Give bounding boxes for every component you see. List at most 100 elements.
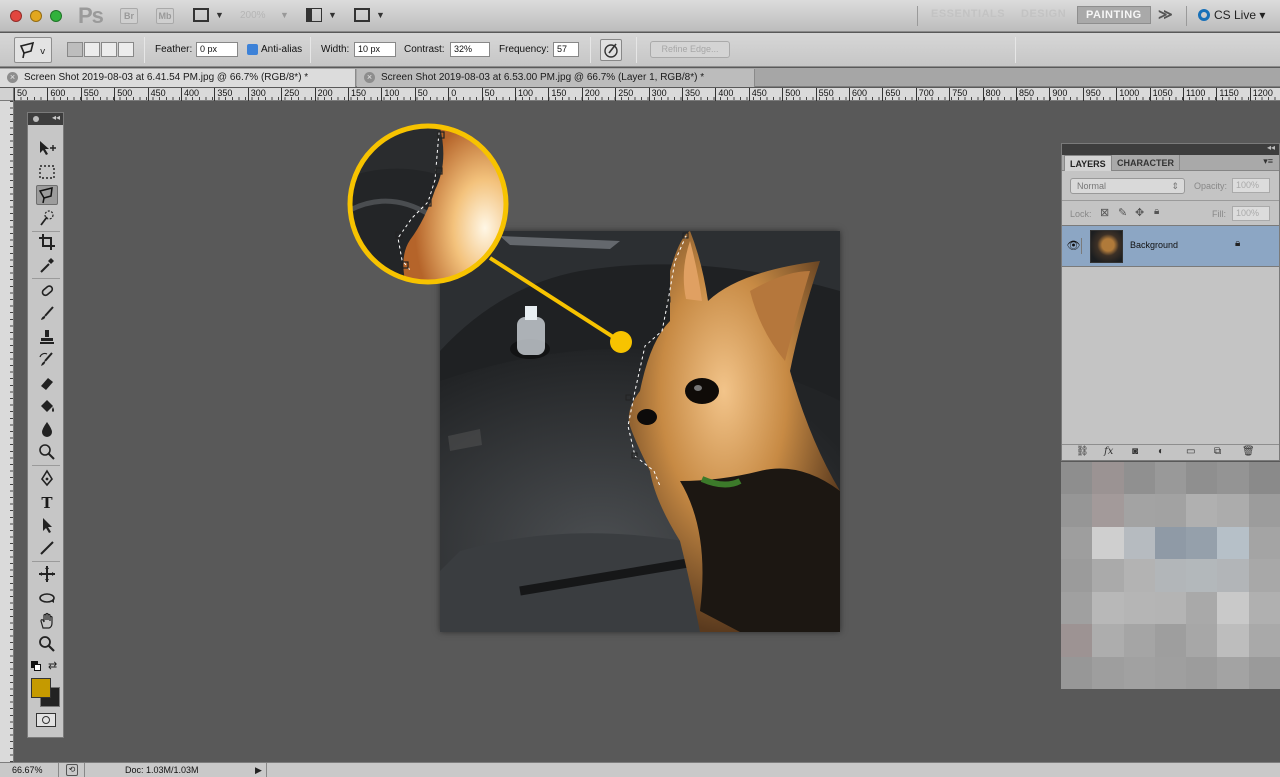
layer-row-background[interactable]: 👁︎ Background 🔒︎	[1062, 225, 1279, 267]
ruler-tick-label: 0	[448, 88, 456, 101]
ruler-tick-label: 550	[815, 88, 834, 101]
anti-alias-checkbox[interactable]	[247, 44, 258, 55]
lock-transparent-icon[interactable]: ⊠	[1100, 206, 1109, 219]
frequency-input[interactable]: 57	[553, 42, 579, 57]
link-layers-icon[interactable]: ⛓︎	[1076, 446, 1089, 457]
view-extras-icon[interactable]	[193, 8, 209, 22]
3d-rotate-tool[interactable]	[36, 565, 58, 585]
more-workspaces-icon[interactable]: ≫	[1158, 6, 1173, 23]
clone-stamp-tool[interactable]	[36, 328, 58, 348]
cs-live-menu[interactable]: CS Live ▾	[1198, 8, 1265, 22]
subtract-from-selection-button[interactable]	[101, 42, 117, 57]
status-zoom[interactable]: 66.67%	[12, 765, 43, 775]
bridge-button[interactable]: Br	[120, 8, 138, 24]
quick-mask-button[interactable]	[36, 713, 56, 727]
opacity-input[interactable]: 100%	[1232, 178, 1270, 193]
crop-tool[interactable]	[36, 233, 58, 253]
close-window-button[interactable]	[10, 10, 22, 22]
zoom-dropdown-icon[interactable]: ▼	[280, 10, 289, 20]
feather-input[interactable]: 0 px	[196, 42, 238, 57]
swap-colors-icon[interactable]: ⇄	[48, 659, 57, 672]
collapse-icon[interactable]: ◂◂	[1267, 143, 1275, 152]
view-extras-dropdown-icon[interactable]: ▼	[215, 10, 224, 20]
blend-mode-select[interactable]: Normal ⇕	[1070, 178, 1185, 194]
delete-layer-icon[interactable]: 🗑︎	[1242, 446, 1255, 457]
pixel-tile	[1061, 462, 1093, 495]
mini-bridge-button[interactable]: Mb	[156, 8, 174, 24]
status-menu-icon[interactable]: ▶	[255, 763, 265, 777]
quick-selection-tool[interactable]	[36, 209, 58, 229]
visibility-eye-icon[interactable]: 👁︎	[1066, 238, 1082, 254]
marquee-tool[interactable]	[36, 163, 58, 183]
move-tool[interactable]	[36, 139, 58, 159]
history-brush-tool[interactable]	[36, 351, 58, 371]
tools-panel-header[interactable]: ◂◂	[28, 113, 63, 125]
layers-panel-header[interactable]: ◂◂	[1062, 143, 1279, 155]
tab-title: Screen Shot 2019-08-03 at 6.53.00 PM.jpg…	[381, 72, 705, 83]
close-tab-icon[interactable]: ×	[364, 72, 375, 83]
pixel-tile	[1186, 559, 1218, 592]
ruler-tick-label: 100	[515, 88, 533, 101]
add-mask-icon[interactable]: ◙	[1132, 446, 1138, 457]
3d-orbit-tool[interactable]	[36, 589, 58, 609]
fill-input[interactable]: 100%	[1232, 206, 1270, 221]
healing-brush-tool[interactable]	[36, 282, 58, 302]
refine-edge-button[interactable]: Refine Edge...	[650, 41, 730, 58]
blur-tool[interactable]	[36, 420, 58, 440]
new-selection-button[interactable]	[67, 42, 83, 57]
chevron-updown-icon: ⇕	[1171, 181, 1179, 191]
lock-position-icon[interactable]: ✥	[1135, 206, 1144, 219]
ruler-tick-label: 50	[14, 88, 27, 101]
status-info-icon[interactable]: ⟲	[66, 764, 78, 776]
zoom-window-button[interactable]	[50, 10, 62, 22]
tool-preset-picker[interactable]: v	[14, 37, 52, 63]
add-to-selection-button[interactable]	[84, 42, 100, 57]
workspace-painting[interactable]: PAINTING	[1077, 6, 1151, 24]
new-group-icon[interactable]: ▭	[1186, 446, 1195, 457]
tab-layers[interactable]: LAYERS	[1064, 155, 1112, 171]
hand-tool[interactable]	[36, 612, 58, 632]
pen-tool[interactable]	[36, 469, 58, 489]
type-tool[interactable]: T	[36, 493, 58, 513]
screen-mode-icon[interactable]	[354, 8, 370, 22]
collapse-icon[interactable]: ◂◂	[52, 113, 60, 122]
screen-mode-dropdown-icon[interactable]: ▼	[376, 10, 385, 20]
panel-menu-icon[interactable]: ▾≡	[1263, 156, 1273, 167]
arrange-documents-icon[interactable]	[306, 8, 322, 22]
document-tab-inactive[interactable]: × Screen Shot 2019-08-03 at 6.53.00 PM.j…	[357, 69, 755, 87]
tab-character[interactable]: CHARACTER	[1112, 155, 1180, 171]
zoom-tool[interactable]	[36, 635, 58, 655]
default-colors-icon[interactable]	[31, 661, 41, 671]
workspace-design[interactable]: DESIGN	[1021, 8, 1066, 20]
layer-style-fx-icon[interactable]: fx	[1104, 446, 1113, 457]
panel-close-icon[interactable]	[33, 116, 39, 122]
arrange-dropdown-icon[interactable]: ▼	[328, 10, 337, 20]
paint-bucket-tool[interactable]	[36, 397, 58, 417]
contrast-input[interactable]: 32%	[450, 42, 490, 57]
brush-tool[interactable]	[36, 305, 58, 325]
foreground-color-swatch[interactable]	[31, 678, 51, 698]
eraser-tool[interactable]	[36, 374, 58, 394]
lock-image-icon[interactable]: ✎	[1118, 206, 1127, 219]
minimize-window-button[interactable]	[30, 10, 42, 22]
tool-options-bar: v Feather: 0 px Anti-alias Width: 10 px …	[0, 33, 1280, 67]
close-tab-icon[interactable]: ×	[7, 72, 18, 83]
eyedropper-tool[interactable]	[36, 256, 58, 276]
workspace-essentials[interactable]: ESSENTIALS	[931, 8, 1005, 20]
path-selection-tool[interactable]	[36, 516, 58, 536]
horizontal-ruler[interactable]: 50 600 550 500 450 400 350 300 250 200 150 100 50 0 50…	[14, 88, 1280, 101]
adjustment-layer-icon[interactable]: ◐	[1158, 446, 1164, 457]
ruler-origin[interactable]	[0, 88, 14, 101]
line-tool[interactable]	[36, 539, 58, 559]
new-layer-icon[interactable]: ⧉	[1214, 446, 1221, 457]
ruler-tick-label: 150	[348, 88, 366, 101]
width-input[interactable]: 10 px	[354, 42, 396, 57]
ruler-tick-label: 900	[1049, 88, 1067, 101]
dodge-tool[interactable]	[36, 443, 58, 463]
magnetic-lasso-tool[interactable]	[36, 185, 58, 205]
document-tab-active[interactable]: × Screen Shot 2019-08-03 at 6.41.54 PM.j…	[0, 69, 356, 87]
vertical-ruler[interactable]	[0, 101, 14, 762]
tablet-pressure-button[interactable]	[600, 39, 622, 61]
lock-all-icon[interactable]: 🔒︎	[1154, 206, 1159, 217]
intersect-selection-button[interactable]	[118, 42, 134, 57]
